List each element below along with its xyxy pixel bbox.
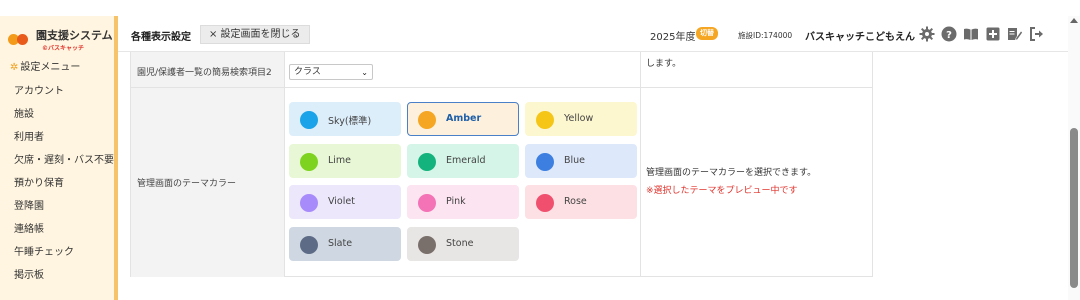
settings-menu-label: 設定メニュー bbox=[20, 62, 81, 73]
close-settings-button[interactable]: × 設定画面を閉じる bbox=[200, 25, 310, 44]
row-desc-cell: します。 bbox=[641, 52, 872, 87]
theme-option-amber[interactable]: Amber bbox=[407, 102, 519, 136]
sidebar-item-absence[interactable]: 欠席・遅刻・バス不要 bbox=[14, 151, 114, 166]
plus-box-icon[interactable] bbox=[985, 26, 1001, 42]
search-item2-desc: します。 bbox=[646, 59, 682, 69]
sidebar-item-contact-book[interactable]: 連絡帳 bbox=[14, 220, 44, 235]
settings-table: 園児/保護者一覧の簡易検索項目2 クラス ⌄ します。 管理画面のテーマカラー … bbox=[130, 52, 873, 277]
sidebar-item-childcare[interactable]: 預かり保育 bbox=[14, 174, 64, 189]
theme-option-yellow[interactable]: Yellow bbox=[525, 102, 637, 136]
color-swatch-icon bbox=[536, 153, 554, 171]
theme-option-emerald[interactable]: Emerald bbox=[407, 144, 519, 178]
search-item2-label: 園児/保護者一覧の簡易検索項目2 bbox=[137, 68, 272, 78]
theme-option-rose[interactable]: Rose bbox=[525, 185, 637, 219]
chevron-down-icon: ⌄ bbox=[361, 68, 368, 77]
svg-text:?: ? bbox=[946, 30, 952, 41]
sidebar-item-facility[interactable]: 施設 bbox=[14, 105, 34, 120]
gear-icon: ✲ bbox=[10, 62, 19, 73]
theme-option-violet[interactable]: Violet bbox=[289, 185, 401, 219]
row-label-cell: 管理画面のテーマカラー bbox=[131, 88, 285, 277]
sidebar-item-nap-check[interactable]: 午睡チェック bbox=[14, 243, 74, 258]
search-item2-select[interactable]: クラス ⌄ bbox=[289, 64, 373, 80]
theme-preview-note: ※選択したテーマをプレビュー中です bbox=[646, 186, 798, 196]
color-swatch-icon bbox=[300, 194, 318, 212]
sidebar: 園支援システム ©バスキャッチ ✲ 設定メニュー アカウント 施設 利用者 欠席・… bbox=[0, 16, 118, 300]
row-label-cell: 園児/保護者一覧の簡易検索項目2 bbox=[131, 52, 285, 87]
theme-option-blue[interactable]: Blue bbox=[525, 144, 637, 178]
table-row: 管理画面のテーマカラー Sky(標準) Amber Yellow Lime Em… bbox=[131, 88, 872, 277]
logo-mark-icon bbox=[8, 34, 30, 46]
facility-name: バスキャッチこどもえん bbox=[805, 32, 915, 43]
sidebar-item-bulletin[interactable]: 掲示板 bbox=[14, 266, 44, 281]
theme-desc: 管理画面のテーマカラーを選択できます。 bbox=[646, 168, 817, 178]
table-row: 園児/保護者一覧の簡易検索項目2 クラス ⌄ します。 bbox=[131, 52, 872, 88]
color-swatch-icon bbox=[418, 236, 436, 254]
facility-id: 施設ID:174000 bbox=[738, 31, 793, 40]
theme-option-slate[interactable]: Slate bbox=[289, 227, 401, 261]
edit-icon[interactable] bbox=[1007, 26, 1023, 42]
theme-options: Sky(標準) Amber Yellow Lime Emerald Blue V… bbox=[285, 88, 641, 277]
logo-title: 園支援システム bbox=[36, 29, 113, 42]
settings-menu-header[interactable]: ✲ 設定メニュー bbox=[10, 58, 80, 73]
page-title: 各種表示設定 bbox=[131, 32, 191, 43]
fiscal-year: 2025年度 bbox=[650, 32, 696, 43]
theme-label: 管理画面のテーマカラー bbox=[137, 179, 237, 189]
book-icon[interactable] bbox=[963, 26, 979, 42]
color-swatch-icon bbox=[300, 236, 318, 254]
color-swatch-icon bbox=[418, 111, 436, 129]
row-desc-cell: 管理画面のテーマカラーを選択できます。 ※選択したテーマをプレビュー中です bbox=[641, 88, 872, 277]
color-swatch-icon bbox=[300, 153, 318, 171]
logo[interactable]: 園支援システム ©バスキャッチ bbox=[6, 24, 114, 52]
top-bar: 各種表示設定 × 設定画面を閉じる 2025年度 切替 施設ID:174000 … bbox=[118, 16, 1080, 52]
theme-option-stone[interactable]: Stone bbox=[407, 227, 519, 261]
theme-option-lime[interactable]: Lime bbox=[289, 144, 401, 178]
logout-icon[interactable] bbox=[1029, 26, 1045, 42]
theme-option-pink[interactable]: Pink bbox=[407, 185, 519, 219]
scroll-up-icon[interactable] bbox=[1070, 18, 1078, 23]
vertical-scrollbar[interactable] bbox=[1068, 16, 1080, 300]
color-swatch-icon bbox=[300, 111, 318, 129]
color-swatch-icon bbox=[418, 194, 436, 212]
color-swatch-icon bbox=[536, 194, 554, 212]
sidebar-item-users[interactable]: 利用者 bbox=[14, 128, 44, 143]
scroll-thumb[interactable] bbox=[1070, 128, 1078, 288]
color-swatch-icon bbox=[536, 111, 554, 129]
color-swatch-icon bbox=[418, 153, 436, 171]
help-icon[interactable]: ? bbox=[941, 26, 957, 42]
year-switch-badge[interactable]: 切替 bbox=[696, 27, 718, 40]
logo-subtitle: ©バスキャッチ bbox=[42, 45, 85, 52]
sidebar-item-attendance[interactable]: 登降園 bbox=[14, 197, 44, 212]
gear-icon[interactable] bbox=[919, 26, 935, 42]
sidebar-item-account[interactable]: アカウント bbox=[14, 82, 64, 97]
search-item2-value: クラス bbox=[294, 67, 321, 77]
row-value-cell: クラス ⌄ bbox=[285, 52, 641, 87]
theme-option-sky[interactable]: Sky(標準) bbox=[289, 102, 401, 136]
app-window: 園支援システム ©バスキャッチ ✲ 設定メニュー アカウント 施設 利用者 欠席・… bbox=[0, 0, 1080, 300]
